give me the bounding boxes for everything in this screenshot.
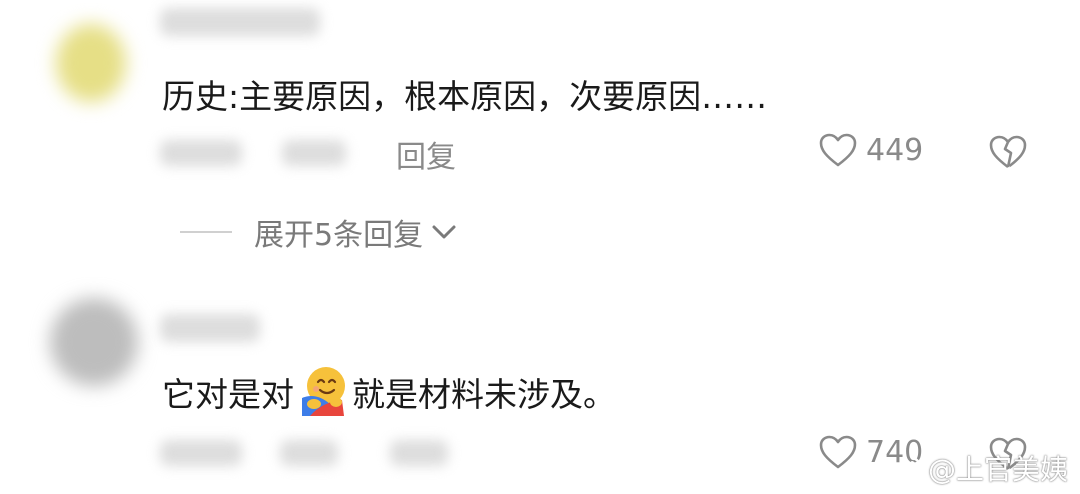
heart-icon: [818, 132, 858, 168]
like-button[interactable]: 449: [818, 132, 923, 168]
comment-text: 它对是对 就是材料未涉及。: [162, 364, 616, 418]
reply-button[interactable]: 回复: [396, 132, 456, 176]
comment-text-part: 它对是对: [162, 375, 294, 414]
dislike-button[interactable]: [988, 134, 1028, 170]
broken-heart-icon: [988, 134, 1028, 170]
comment-text: 历史:主要原因，根本原因，次要原因……: [162, 77, 768, 116]
username-blurred[interactable]: [160, 8, 320, 36]
watermark: @上官美姨: [888, 448, 1068, 488]
like-count: 449: [866, 132, 924, 168]
hugging-face-emoji: [296, 364, 350, 418]
weibo-icon: [888, 454, 922, 482]
avatar[interactable]: [56, 24, 126, 102]
location-blurred: [280, 440, 338, 466]
watermark-text: @上官美姨: [927, 453, 1068, 486]
chevron-down-icon: [431, 223, 457, 241]
location-blurred: [282, 140, 346, 166]
avatar[interactable]: [50, 298, 138, 386]
username-blurred[interactable]: [160, 314, 260, 342]
expand-replies-label: 展开5条回复: [254, 218, 424, 253]
timestamp-blurred: [160, 140, 242, 166]
timestamp-blurred: [160, 440, 242, 466]
reply-button-blurred[interactable]: [390, 440, 448, 466]
heart-icon: [818, 434, 858, 470]
expand-replies-button[interactable]: 展开5条回复: [180, 210, 457, 254]
divider-line: [180, 231, 232, 233]
comment-text-part: 就是材料未涉及。: [352, 375, 616, 414]
